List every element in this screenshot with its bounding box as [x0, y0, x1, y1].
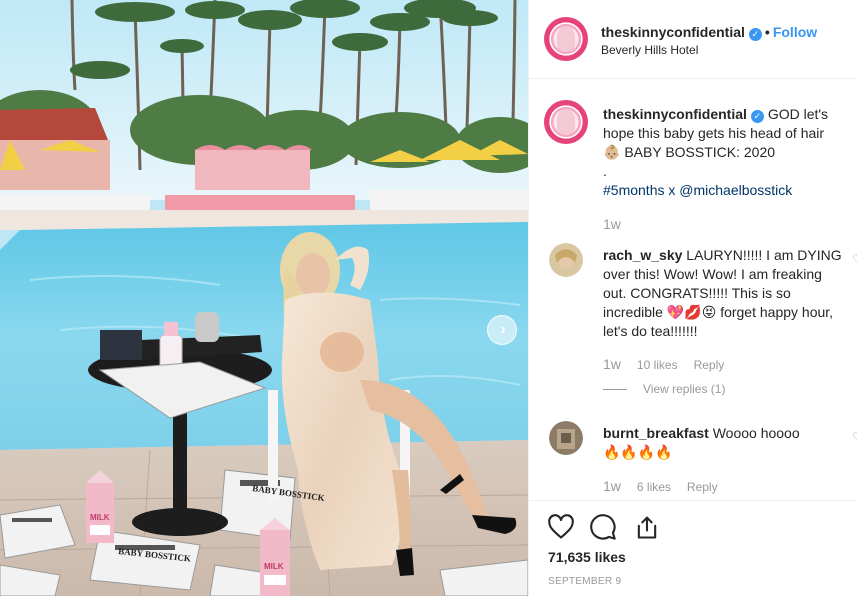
header-username[interactable]: theskinnyconfidential: [601, 24, 745, 40]
divider-line: [603, 389, 627, 391]
comment-meta: 1w 10 likes Reply: [603, 356, 724, 372]
verified-badge-icon: ✓: [750, 110, 764, 123]
location-link[interactable]: Beverly Hills Hotel: [601, 43, 698, 57]
post-details-panel: theskinnyconfidential ✓ • Follow Beverly Hi…: [528, 0, 857, 596]
view-replies-label: View replies (1): [643, 382, 726, 396]
post-date[interactable]: SEPTEMBER 9: [548, 576, 621, 587]
comment-like-heart-icon[interactable]: ♡: [852, 430, 857, 444]
likes-count[interactable]: 71,635 likes: [548, 549, 626, 565]
comment-likes[interactable]: 6 likes: [637, 480, 671, 494]
post-actions: 71,635 likes SEPTEMBER 9: [529, 500, 857, 596]
milk-label-2: MILK: [264, 562, 284, 571]
comment-button[interactable]: [589, 513, 617, 541]
verified-badge-icon: ✓: [748, 28, 762, 41]
comment-body: rach_w_sky LAURYN!!!!! I am DYING over t…: [603, 246, 843, 341]
fire-emoji-icons: 🔥🔥🔥🔥: [603, 444, 673, 460]
comment-bubble-icon: [590, 514, 616, 540]
caption-joiner: x: [664, 182, 680, 198]
view-replies-button[interactable]: View replies (1): [603, 382, 725, 396]
comment-avatar[interactable]: [549, 421, 583, 455]
post-header: theskinnyconfidential ✓ • Follow Beverly Hi…: [529, 0, 857, 79]
reply-button[interactable]: Reply: [687, 480, 718, 494]
next-photo-button[interactable]: ›: [487, 315, 517, 345]
share-button[interactable]: [633, 513, 661, 541]
heart-icon: [548, 514, 574, 539]
comment-username[interactable]: rach_w_sky: [603, 247, 682, 263]
follow-button[interactable]: Follow: [773, 24, 817, 40]
mention-link[interactable]: @michaelbosstick: [679, 182, 792, 198]
like-button[interactable]: [547, 513, 575, 541]
avatar[interactable]: [544, 17, 588, 61]
caption-username[interactable]: theskinnyconfidential: [603, 106, 747, 122]
comment-meta: 1w 6 likes Reply: [603, 478, 718, 494]
comment-avatar[interactable]: [549, 243, 583, 277]
comment-text: Woooo hoooo: [712, 425, 800, 441]
caption: theskinnyconfidential ✓ GOD let's hope th…: [603, 105, 853, 200]
comment-like-heart-icon[interactable]: ♡: [852, 252, 857, 266]
caption-text-2: BABY BOSSTICK: 2020: [624, 144, 776, 160]
avatar-image: [549, 421, 583, 455]
comment-likes[interactable]: 10 likes: [637, 358, 678, 372]
caption-time[interactable]: 1w: [603, 216, 621, 232]
baby-emoji-icon: 👶🏼: [603, 144, 621, 160]
comments-list[interactable]: theskinnyconfidential ✓ GOD let's hope th…: [529, 80, 857, 500]
comment-username[interactable]: burnt_breakfast: [603, 425, 709, 441]
emoji-icons: 💖💋😝: [666, 304, 717, 320]
comment-body: burnt_breakfast Woooo hoooo 🔥🔥🔥🔥: [603, 424, 843, 462]
chevron-right-icon: ›: [500, 321, 506, 338]
comment-time[interactable]: 1w: [603, 356, 621, 372]
separator: •: [764, 24, 770, 40]
caption-dot: .: [603, 163, 607, 179]
pool-scene-illustration: BABY BOSSTICK BABY BOSSTICK MILK MILK: [0, 0, 528, 596]
comment-time[interactable]: 1w: [603, 478, 621, 494]
milk-label: MILK: [90, 513, 110, 522]
reply-button[interactable]: Reply: [694, 358, 725, 372]
avatar-image: [549, 243, 583, 277]
share-icon: [637, 516, 657, 539]
post-photo[interactable]: BABY BOSSTICK BABY BOSSTICK MILK MILK ›: [0, 0, 528, 596]
header-user-row: theskinnyconfidential ✓ • Follow: [601, 24, 817, 41]
caption-avatar[interactable]: [544, 100, 588, 144]
hashtag-link[interactable]: #5months: [603, 182, 664, 198]
